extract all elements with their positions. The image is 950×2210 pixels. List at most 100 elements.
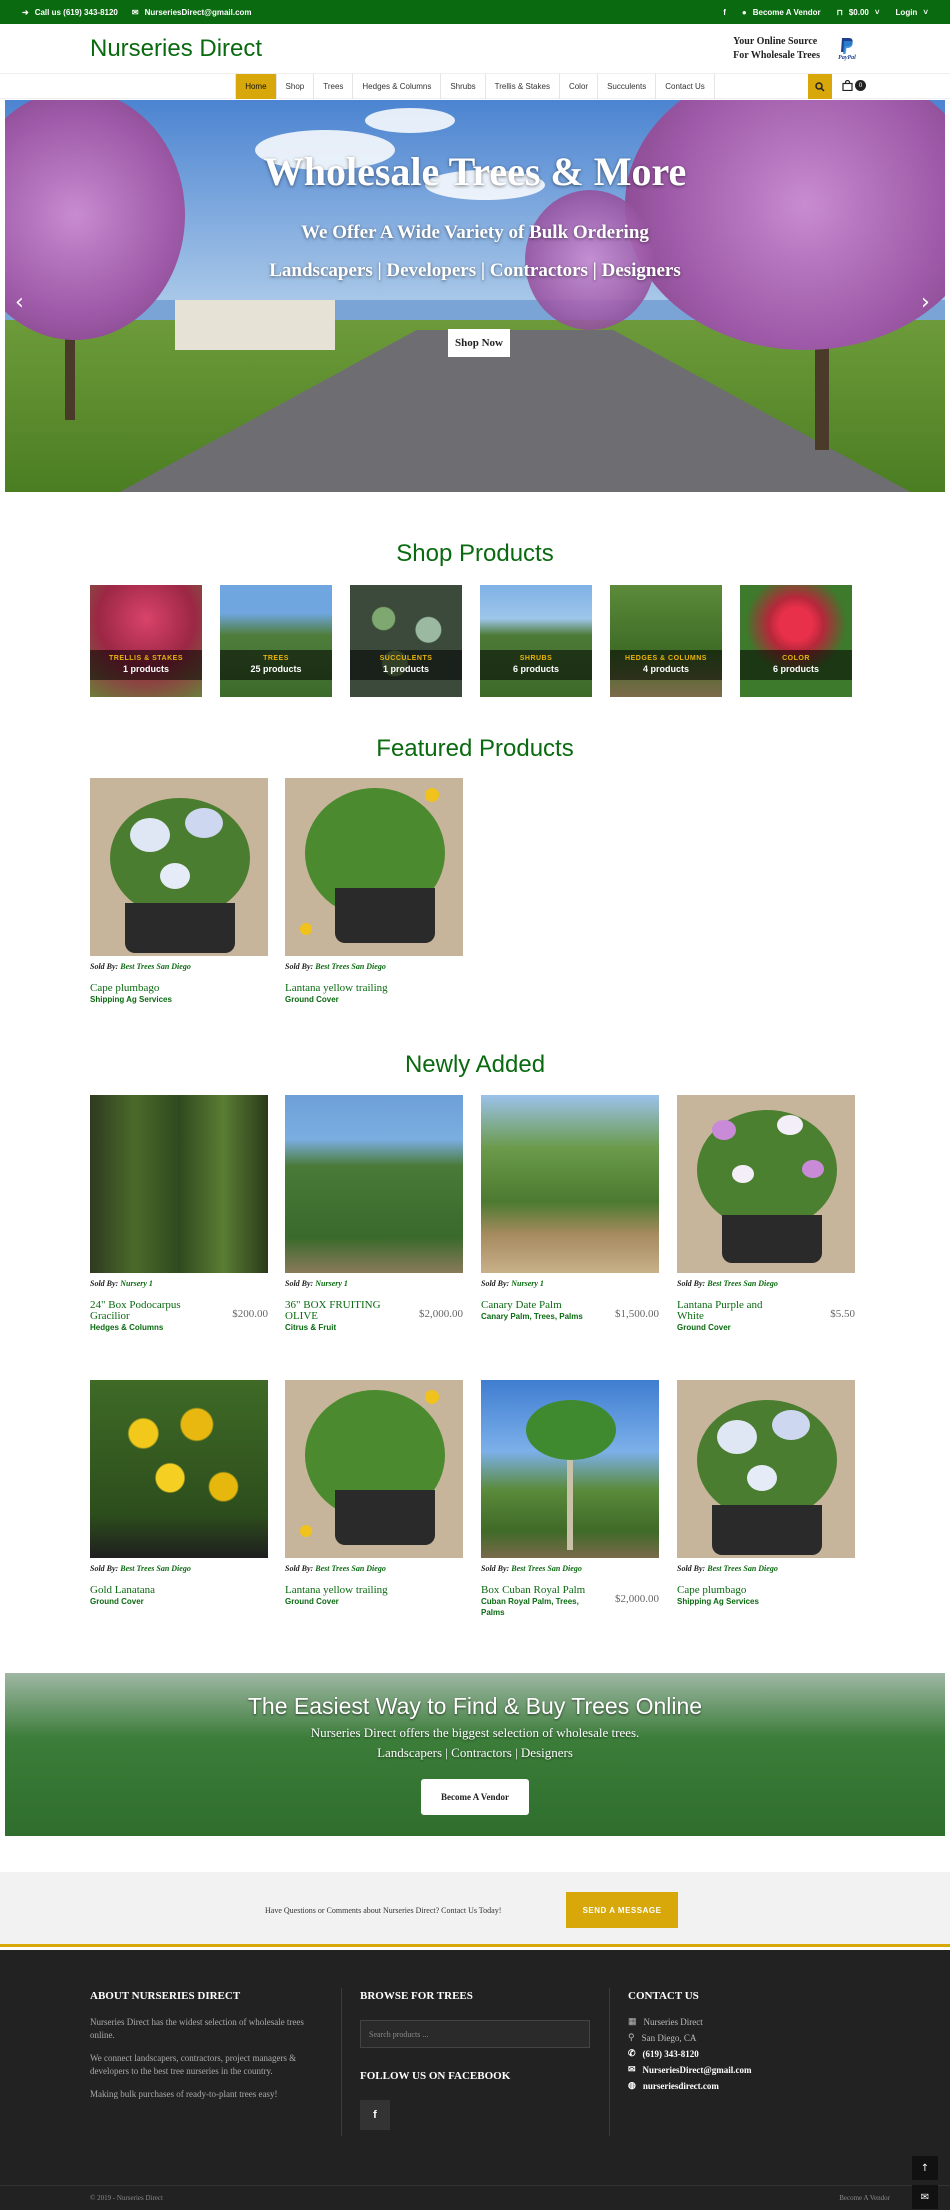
product-card[interactable]: Sold By: Nursery 1 $2,000.00 36" BOX FRU… — [285, 1095, 463, 1333]
product-category[interactable]: Ground Cover — [285, 1596, 390, 1607]
product-image — [90, 1095, 268, 1273]
email-link[interactable]: ✉ NurseriesDirect@gmail.com — [132, 8, 252, 17]
user-icon: ● — [741, 7, 747, 17]
product-image — [677, 1095, 855, 1273]
nav-succulents[interactable]: Succulents — [598, 73, 657, 99]
footer-contact: Contact Us ▦ Nurseries Direct ⚲ San Diego,… — [628, 1990, 878, 2096]
slider-next-icon[interactable]: › — [921, 290, 930, 315]
category-label: HEDGES & COLUMNS 4 products — [610, 650, 722, 680]
nav-hedges-columns[interactable]: Hedges & Columns — [353, 73, 442, 99]
search-button[interactable] — [808, 74, 832, 99]
product-price: $200.00 — [232, 1308, 268, 1320]
product-category[interactable]: Shipping Ag Services — [90, 994, 195, 1005]
message-icon[interactable]: ✉ — [912, 2185, 938, 2209]
footer-become-vendor-link[interactable]: Become A Vendor — [839, 2194, 890, 2202]
site-logo[interactable]: Nurseries Direct — [90, 35, 262, 63]
tagline-line-2: For Wholesale Trees — [733, 49, 820, 61]
product-category[interactable]: Ground Cover — [90, 1596, 195, 1607]
phone-icon: ✆ — [628, 2048, 636, 2058]
product-card[interactable]: Sold By: Best Trees San Diego Lantana ye… — [285, 1380, 463, 1607]
product-name[interactable]: Lantana yellow trailing — [285, 983, 390, 994]
nav-contact-us[interactable]: Contact Us — [656, 73, 715, 99]
nav-trellis-stakes[interactable]: Trellis & Stakes — [486, 73, 560, 99]
category-count: 1 products — [382, 664, 429, 674]
vendor-link[interactable]: Nursery 1 — [511, 1279, 544, 1288]
product-card[interactable]: Sold By: Best Trees San Diego Cape plumb… — [677, 1380, 855, 1607]
product-name[interactable]: Lantana yellow trailing — [285, 1585, 390, 1596]
scroll-to-top-icon[interactable]: ↑ — [912, 2156, 938, 2180]
category-card-trees[interactable]: TREES 25 products — [220, 585, 332, 697]
sold-by-label: Sold By: — [90, 1279, 119, 1288]
category-card-shrubs[interactable]: SHRUBS 6 products — [480, 585, 592, 697]
footer-follow-title: Follow Us On Facebook — [360, 2070, 511, 2082]
product-category[interactable]: Hedges & Columns — [90, 1322, 195, 1333]
sold-by: Sold By: Nursery 1 — [90, 1279, 268, 1288]
footer-contact-title: Contact Us — [628, 1990, 699, 2002]
vendor-link[interactable]: Nursery 1 — [315, 1279, 348, 1288]
nav-home[interactable]: Home — [235, 73, 277, 99]
phone-link[interactable]: ➜ Call us (619) 343-8120 — [22, 8, 118, 17]
product-card[interactable]: Sold By: Nursery 1 $1,500.00 Canary Date… — [481, 1095, 659, 1322]
facebook-icon[interactable]: f — [360, 2100, 390, 2130]
become-vendor-button[interactable]: Become A Vendor — [421, 1779, 529, 1815]
shop-now-button[interactable]: Shop Now — [448, 329, 510, 357]
site-header: Nurseries Direct Your Online Source For … — [0, 24, 950, 74]
product-category[interactable]: Ground Cover — [677, 1322, 782, 1333]
become-vendor-link[interactable]: ● Become A Vendor — [742, 8, 821, 17]
vendor-link[interactable]: Best Trees San Diego — [315, 1564, 386, 1573]
sold-by-label: Sold By: — [677, 1564, 706, 1573]
facebook-icon[interactable]: f — [723, 8, 726, 17]
product-category[interactable]: Canary Palm, Trees, Palms — [481, 1311, 586, 1322]
vendor-link[interactable]: Best Trees San Diego — [315, 962, 386, 971]
category-count: 6 products — [512, 664, 559, 674]
cart-total-link[interactable]: ⊓ $0.00 ˅ — [837, 8, 880, 17]
product-name[interactable]: Lantana Purple and White — [677, 1300, 782, 1322]
product-name[interactable]: Canary Date Palm — [481, 1300, 586, 1311]
vendor-link[interactable]: Best Trees San Diego — [707, 1279, 778, 1288]
product-card[interactable]: Sold By: Nursery 1 $200.00 24" Box Podoc… — [90, 1095, 268, 1333]
arrow-right-icon: ➜ — [22, 7, 29, 17]
blossom-tree — [5, 100, 185, 340]
product-category[interactable]: Cuban Royal Palm, Trees, Palms — [481, 1596, 586, 1618]
nav-shop[interactable]: Shop — [277, 73, 315, 99]
category-card-color[interactable]: COLOR 6 products — [740, 585, 852, 697]
product-card[interactable]: Sold By: Best Trees San Diego $2,000.00 … — [481, 1380, 659, 1618]
plant-pot — [722, 1215, 822, 1263]
product-name[interactable]: Cape plumbago — [90, 983, 195, 994]
product-category[interactable]: Shipping Ag Services — [677, 1596, 782, 1607]
nav-shrubs[interactable]: Shrubs — [441, 73, 486, 99]
vendor-link[interactable]: Best Trees San Diego — [511, 1564, 582, 1573]
product-card[interactable]: Sold By: Best Trees San Diego Cape plumb… — [90, 778, 268, 1005]
category-card-trellis-stakes[interactable]: TRELLIS & STAKES 1 products — [90, 585, 202, 697]
contact-email[interactable]: ✉ NurseriesDirect@gmail.com — [628, 2064, 878, 2075]
contact-location-text: San Diego, CA — [641, 2032, 697, 2043]
contact-website-text: nurseriesdirect.com — [642, 2080, 719, 2091]
cart-button[interactable]: 0 — [842, 80, 866, 91]
product-card[interactable]: Sold By: Best Trees San Diego Lantana ye… — [285, 778, 463, 1005]
footer-search-input[interactable]: Search products ... — [360, 2020, 590, 2048]
contact-website[interactable]: ◍ nurseriesdirect.com — [628, 2080, 878, 2091]
send-message-button[interactable]: SEND A MESSAGE — [566, 1892, 678, 1928]
product-card[interactable]: Sold By: Best Trees San Diego Gold Lanat… — [90, 1380, 268, 1607]
nav-trees[interactable]: Trees — [314, 73, 354, 99]
product-category[interactable]: Citrus & Fruit — [285, 1322, 390, 1333]
product-category[interactable]: Ground Cover — [285, 994, 390, 1005]
contact-phone[interactable]: ✆ (619) 343-8120 — [628, 2048, 878, 2059]
vendor-link[interactable]: Best Trees San Diego — [120, 1564, 191, 1573]
product-name[interactable]: 36" BOX FRUITING OLIVE — [285, 1300, 390, 1322]
vendor-link[interactable]: Best Trees San Diego — [120, 962, 191, 971]
house — [175, 300, 335, 350]
product-name[interactable]: Cape plumbago — [677, 1585, 782, 1596]
product-name[interactable]: 24" Box Podocarpus Gracilior — [90, 1300, 195, 1322]
product-card[interactable]: Sold By: Best Trees San Diego $5.50 Lant… — [677, 1095, 855, 1333]
product-name[interactable]: Box Cuban Royal Palm — [481, 1585, 586, 1596]
login-menu[interactable]: Login ˅ — [896, 8, 928, 17]
vendor-link[interactable]: Nursery 1 — [120, 1279, 153, 1288]
slider-prev-icon[interactable]: ‹ — [15, 290, 24, 315]
category-card-hedges-columns[interactable]: HEDGES & COLUMNS 4 products — [610, 585, 722, 697]
nav-color[interactable]: Color — [560, 73, 599, 99]
product-name[interactable]: Gold Lanatana — [90, 1585, 195, 1596]
category-card-succulents[interactable]: SUCCULENTS 1 products — [350, 585, 462, 697]
vendor-link[interactable]: Best Trees San Diego — [707, 1564, 778, 1573]
footer-browse-title: Browse For Trees — [360, 1990, 473, 2002]
